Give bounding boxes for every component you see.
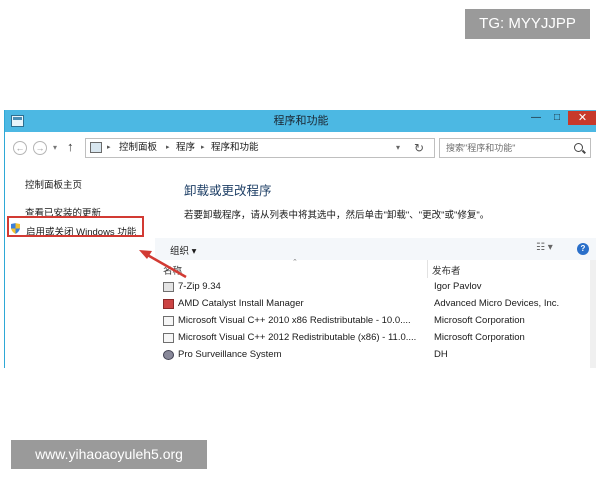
breadcrumb-separator: ▸ bbox=[201, 144, 205, 151]
watermark-top: TG: MYYJJPP bbox=[465, 9, 590, 39]
breadcrumb-separator: ▸ bbox=[166, 144, 170, 151]
page-description: 若要卸载程序，请从列表中将其选中，然后单击"卸载"、"更改"或"修复"。 bbox=[184, 210, 490, 221]
seven-zip-icon bbox=[163, 282, 174, 292]
address-bar: ← → ▾ ↑ ▸ 控制面板 ▸ 程序 ▸ 程序和功能 ▾ ↻ 搜索"程序和功能… bbox=[5, 132, 596, 162]
column-divider[interactable] bbox=[427, 260, 428, 278]
program-publisher: Microsoft Corporation bbox=[434, 315, 525, 326]
list-item[interactable]: Pro Surveillance System DH bbox=[155, 347, 585, 364]
search-input[interactable]: 搜索"程序和功能" bbox=[439, 138, 591, 158]
view-options-button[interactable]: ☷ ▾ bbox=[536, 242, 553, 253]
sort-indicator-icon: ⌃ bbox=[292, 259, 298, 266]
refresh-icon[interactable]: ↻ bbox=[414, 139, 424, 157]
up-button[interactable]: ↑ bbox=[67, 139, 81, 155]
search-icon[interactable] bbox=[574, 143, 583, 152]
camera-icon bbox=[163, 350, 174, 360]
breadcrumb-separator: ▸ bbox=[107, 144, 111, 151]
organize-button[interactable]: 组织 ▾ bbox=[170, 243, 196, 257]
column-name[interactable]: 名称 bbox=[163, 263, 182, 277]
forward-button[interactable]: → bbox=[33, 141, 47, 155]
titlebar: 程序和功能 — □ ✕ bbox=[5, 110, 596, 132]
search-placeholder: 搜索"程序和功能" bbox=[446, 143, 516, 153]
list-item[interactable]: Microsoft Visual C++ 2012 Redistributabl… bbox=[155, 330, 585, 347]
address-field[interactable]: ▸ 控制面板 ▸ 程序 ▸ 程序和功能 ▾ ↻ bbox=[85, 138, 435, 158]
program-publisher: Microsoft Corporation bbox=[434, 332, 525, 343]
list-item[interactable]: Microsoft Visual C++ 2010 x86 Redistribu… bbox=[155, 313, 585, 330]
program-name: AMD Catalyst Install Manager bbox=[178, 298, 304, 309]
toolbar: 组织 ▾ ☷ ▾ ? bbox=[155, 238, 596, 260]
help-icon[interactable]: ? bbox=[577, 243, 589, 255]
control-panel-home-link[interactable]: 控制面板主页 bbox=[25, 177, 82, 191]
program-publisher: Advanced Micro Devices, Inc. bbox=[434, 298, 560, 309]
list-item[interactable]: 7-Zip 9.34 Igor Pavlov bbox=[155, 279, 585, 296]
installer-icon bbox=[163, 333, 174, 343]
program-name: Pro Surveillance System bbox=[178, 349, 282, 360]
column-publisher[interactable]: 发布者 bbox=[432, 263, 461, 277]
highlight-box bbox=[7, 216, 144, 237]
maximize-button[interactable]: □ bbox=[547, 111, 567, 125]
installer-icon bbox=[163, 316, 174, 326]
close-button[interactable]: ✕ bbox=[568, 111, 596, 125]
program-name: Microsoft Visual C++ 2010 x86 Redistribu… bbox=[178, 315, 411, 326]
list-item[interactable]: AMD Catalyst Install Manager Advanced Mi… bbox=[155, 296, 585, 313]
watermark-bottom: www.yihaoaoyuleh5.org bbox=[11, 440, 207, 469]
window-title: 程序和功能 bbox=[273, 115, 329, 127]
column-header-row: 名称 ⌃ 发布者 bbox=[155, 259, 596, 278]
scrollbar[interactable] bbox=[590, 260, 596, 368]
minimize-button[interactable]: — bbox=[526, 111, 546, 125]
program-name: Microsoft Visual C++ 2012 Redistributabl… bbox=[178, 332, 417, 343]
breadcrumb-control-panel[interactable]: 控制面板 bbox=[119, 139, 157, 157]
amd-icon bbox=[163, 299, 174, 309]
program-publisher: DH bbox=[434, 349, 448, 360]
programs-window: 程序和功能 — □ ✕ ← → ▾ ↑ ▸ 控制面板 ▸ 程序 ▸ 程序和功能 … bbox=[4, 110, 596, 368]
navigation-pane: 控制面板主页 查看已安装的更新 启用或关闭 Windows 功能 bbox=[5, 162, 155, 368]
folder-icon bbox=[90, 142, 102, 153]
breadcrumb-programs-features[interactable]: 程序和功能 bbox=[211, 139, 259, 157]
back-button[interactable]: ← bbox=[13, 141, 27, 155]
recent-locations-button[interactable]: ▾ bbox=[53, 141, 63, 155]
page-title: 卸载或更改程序 bbox=[184, 184, 272, 198]
breadcrumb-programs[interactable]: 程序 bbox=[176, 139, 195, 157]
content-pane: 卸载或更改程序 若要卸载程序，请从列表中将其选中，然后单击"卸载"、"更改"或"… bbox=[155, 162, 596, 368]
address-dropdown-icon[interactable]: ▾ bbox=[396, 139, 400, 157]
program-name: 7-Zip 9.34 bbox=[178, 281, 221, 292]
program-publisher: Igor Pavlov bbox=[434, 281, 482, 292]
